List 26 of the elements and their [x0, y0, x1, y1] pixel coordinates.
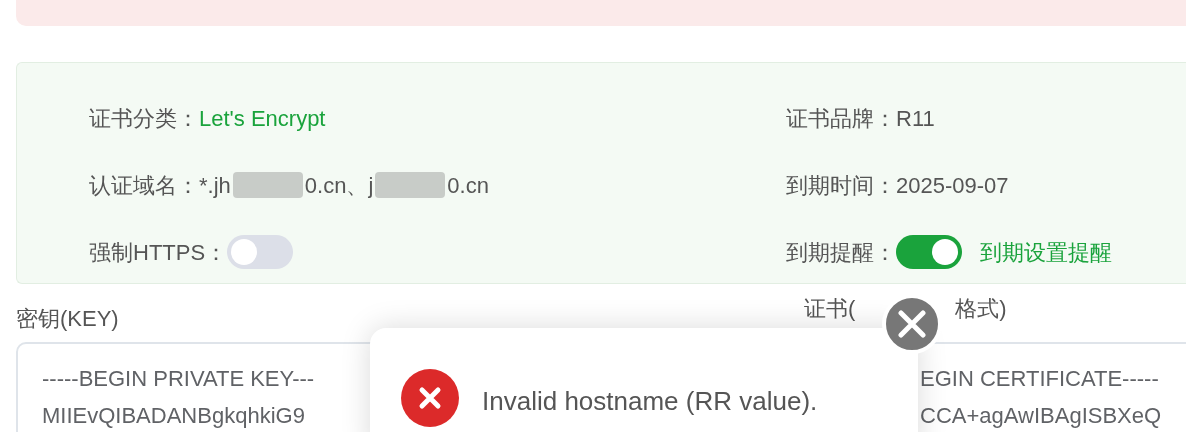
domain-text: 0.cn [447, 171, 489, 200]
redaction-blur [232, 172, 303, 198]
toggle-switch[interactable] [896, 235, 962, 269]
certificate-label: 证书( [804, 295, 856, 322]
key-line: -----BEGIN PRIVATE KEY--- [42, 365, 315, 393]
brand-value: R11 [896, 104, 935, 133]
certificate-line: EGIN CERTIFICATE----- [920, 365, 1159, 393]
certificate-label: 格式) [955, 295, 1007, 322]
toggle-switch[interactable] [227, 235, 294, 269]
category-value: Let's Encrypt [199, 104, 326, 133]
error-icon [401, 369, 459, 427]
toast-message: Invalid hostname (RR value). [482, 385, 818, 418]
redaction-blur [375, 172, 446, 198]
close-icon [898, 310, 926, 338]
field-label: 证书品牌： [786, 104, 896, 133]
key-label: 密钥(KEY) [16, 305, 120, 332]
field-label: 强制HTTPS： [89, 238, 228, 267]
field-label: 证书分类： [89, 104, 199, 133]
key-line: MIIEvQIBADANBgkqhkiG9 [42, 402, 305, 430]
field-label: 到期时间： [786, 171, 896, 200]
certificate-line: CCA+agAwIBAgISBXeQ [920, 402, 1162, 430]
field-label: 认证域名： [89, 171, 199, 200]
expiry-date: 2025-09-07 [896, 171, 1009, 200]
field-label: 到期提醒： [786, 238, 896, 267]
domain-text: 0.cn、j [304, 171, 374, 200]
domain-text: *.jh [199, 171, 231, 200]
